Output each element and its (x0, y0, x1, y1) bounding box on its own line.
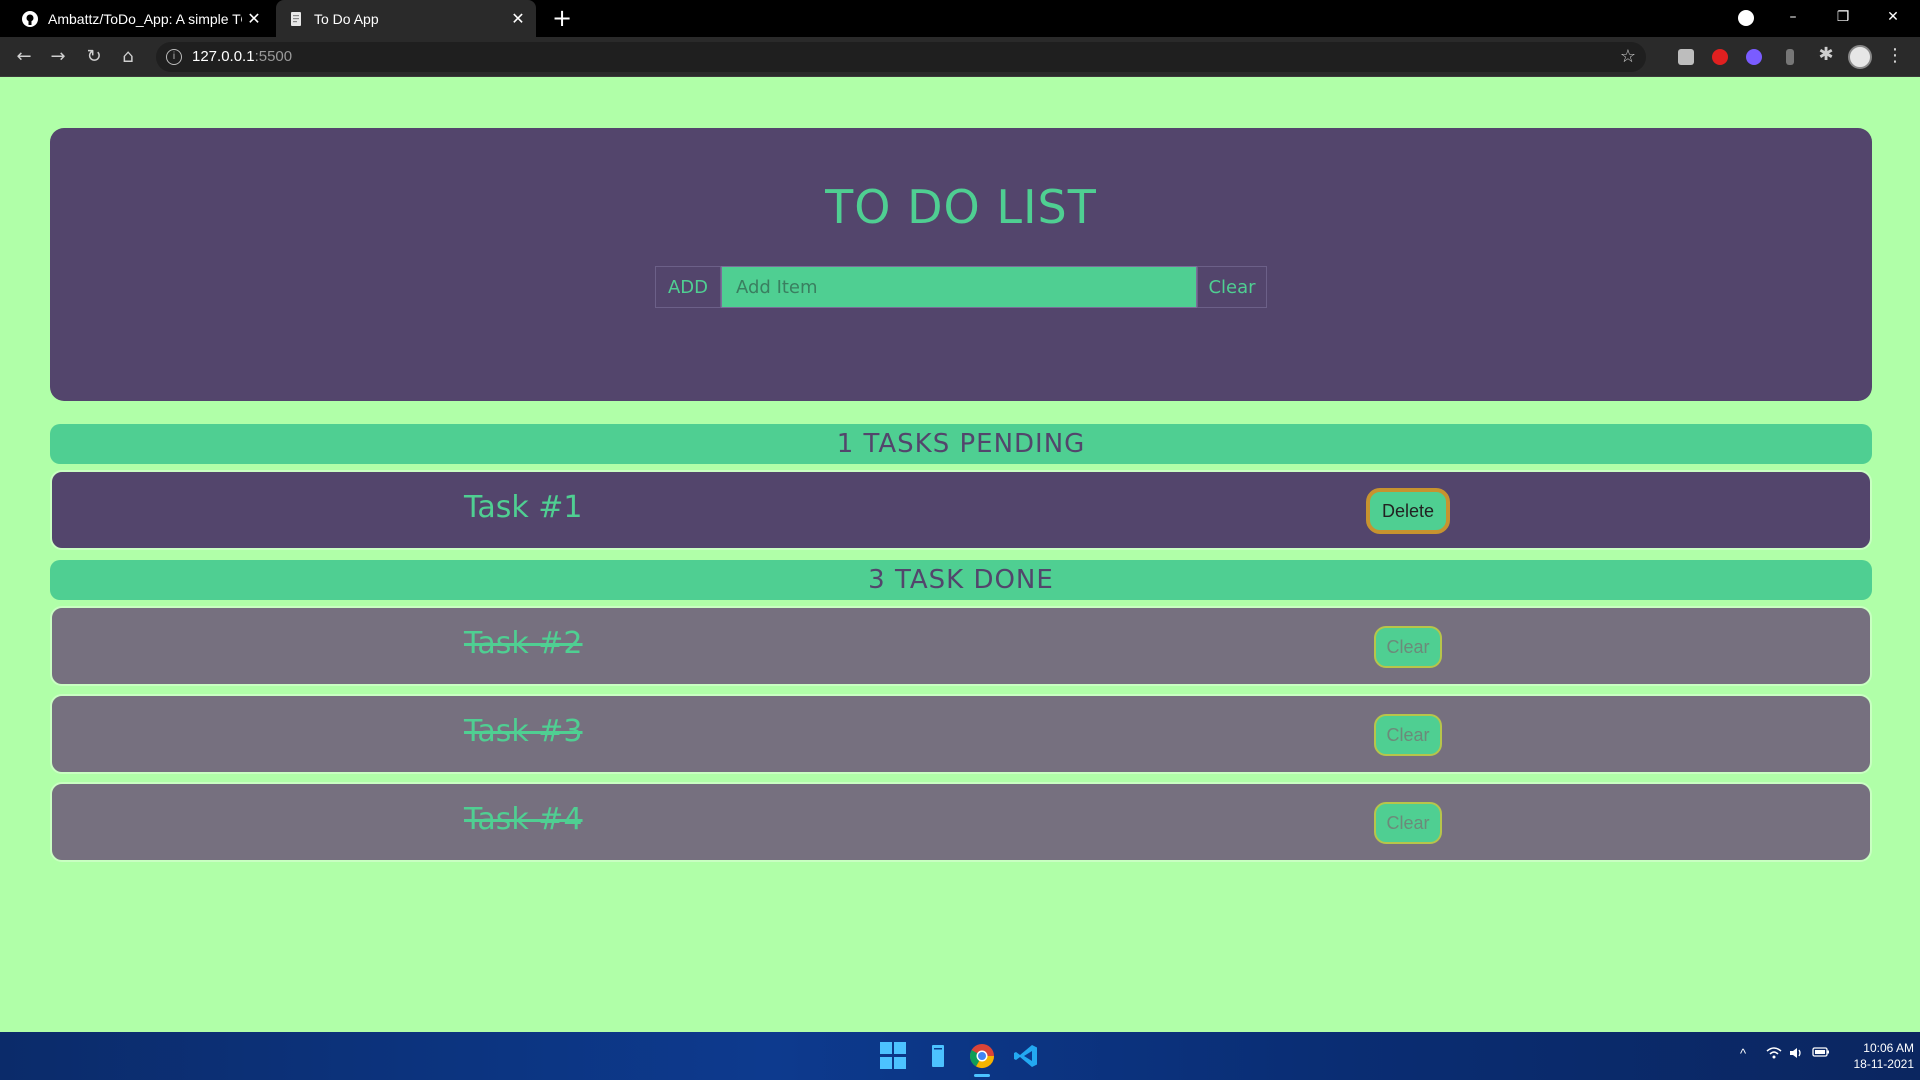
site-info-icon[interactable]: i (166, 49, 182, 65)
volume-icon[interactable] (1788, 1046, 1804, 1063)
url-text: 127.0.0.1:5500 (192, 48, 293, 65)
minimize-button[interactable]: – (1768, 0, 1818, 37)
tab-todo-app[interactable]: To Do App ✕ (276, 0, 536, 37)
puzzle-icon[interactable]: ✱ (1814, 43, 1838, 67)
browser-toolbar: ← → ↻ ⌂ i 127.0.0.1:5500 ☆ ✱ ⋮ (0, 37, 1920, 77)
home-icon[interactable]: ⌂ (116, 45, 140, 69)
clear-task-button[interactable]: Clear (1374, 714, 1442, 756)
forward-icon[interactable]: → (46, 45, 70, 69)
pending-task-row: Task #1 Delete (50, 470, 1872, 550)
clock-time: 10:06 AM (1863, 1041, 1914, 1055)
windows-start-icon[interactable] (880, 1042, 908, 1070)
tab-title: Ambattz/ToDo_App: A simple TO (48, 10, 242, 27)
done-task-row: Task #3 Clear (50, 694, 1872, 774)
extension-icon[interactable] (1746, 49, 1762, 65)
extension-icon[interactable] (1678, 49, 1694, 65)
page-title: TO DO LIST (825, 180, 1097, 234)
system-clock[interactable]: 10:06 AM 18-11-2021 (1836, 1040, 1915, 1072)
clear-input-button[interactable]: Clear (1197, 266, 1267, 308)
restore-button[interactable]: ❐ (1818, 0, 1868, 37)
done-header: 3 TASK DONE (50, 560, 1872, 600)
todo-header-card: TO DO LIST ADD Clear (50, 128, 1872, 401)
close-tab-icon[interactable]: ✕ (242, 9, 266, 29)
pending-header: 1 TASKS PENDING (50, 424, 1872, 464)
page-icon (288, 11, 304, 27)
menu-kebab-icon[interactable]: ⋮ (1886, 45, 1904, 66)
tab-search-icon[interactable] (1738, 10, 1754, 26)
tray-chevron-icon[interactable]: ^ (1740, 1046, 1746, 1061)
task-name: Task #1 (464, 490, 583, 525)
add-item-input[interactable] (721, 266, 1197, 308)
chrome-icon[interactable] (968, 1042, 996, 1077)
profile-avatar[interactable] (1848, 45, 1872, 69)
vscode-icon[interactable] (1012, 1042, 1040, 1070)
done-task-row: Task #2 Clear (50, 606, 1872, 686)
browser-tab-bar: Ambattz/ToDo_App: A simple TO ✕ To Do Ap… (0, 0, 1920, 37)
reload-icon[interactable]: ↻ (82, 45, 106, 69)
task-name: Task #4 (464, 802, 583, 837)
add-item-row: ADD Clear (655, 266, 1267, 308)
task-name: Task #2 (464, 626, 583, 661)
extension-icon[interactable] (1712, 49, 1728, 65)
github-icon (22, 10, 38, 27)
done-task-row: Task #4 Clear (50, 782, 1872, 862)
new-tab-button[interactable]: + (548, 4, 576, 32)
file-explorer-icon[interactable] (924, 1042, 952, 1070)
battery-icon[interactable] (1812, 1046, 1830, 1061)
close-tab-icon[interactable]: ✕ (506, 9, 530, 29)
address-bar[interactable]: i 127.0.0.1:5500 ☆ (156, 42, 1646, 72)
back-icon[interactable]: ← (12, 45, 36, 69)
bookmark-star-icon[interactable]: ☆ (1620, 46, 1636, 67)
add-button[interactable]: ADD (655, 266, 721, 308)
tab-title: To Do App (314, 10, 379, 27)
close-window-button[interactable]: ✕ (1868, 0, 1918, 37)
task-name: Task #3 (464, 714, 583, 749)
extension-icon[interactable] (1786, 49, 1794, 65)
os-taskbar: ^ 10:06 AM 18-11-2021 (0, 1032, 1920, 1080)
clock-date: 18-11-2021 (1853, 1057, 1915, 1071)
tab-github[interactable]: Ambattz/ToDo_App: A simple TO ✕ (10, 0, 272, 37)
delete-task-button[interactable]: Delete (1366, 488, 1450, 534)
page-content: TO DO LIST ADD Clear 1 TASKS PENDING Tas… (0, 78, 1920, 1032)
wifi-icon[interactable] (1766, 1046, 1782, 1063)
clear-task-button[interactable]: Clear (1374, 626, 1442, 668)
clear-task-button[interactable]: Clear (1374, 802, 1442, 844)
